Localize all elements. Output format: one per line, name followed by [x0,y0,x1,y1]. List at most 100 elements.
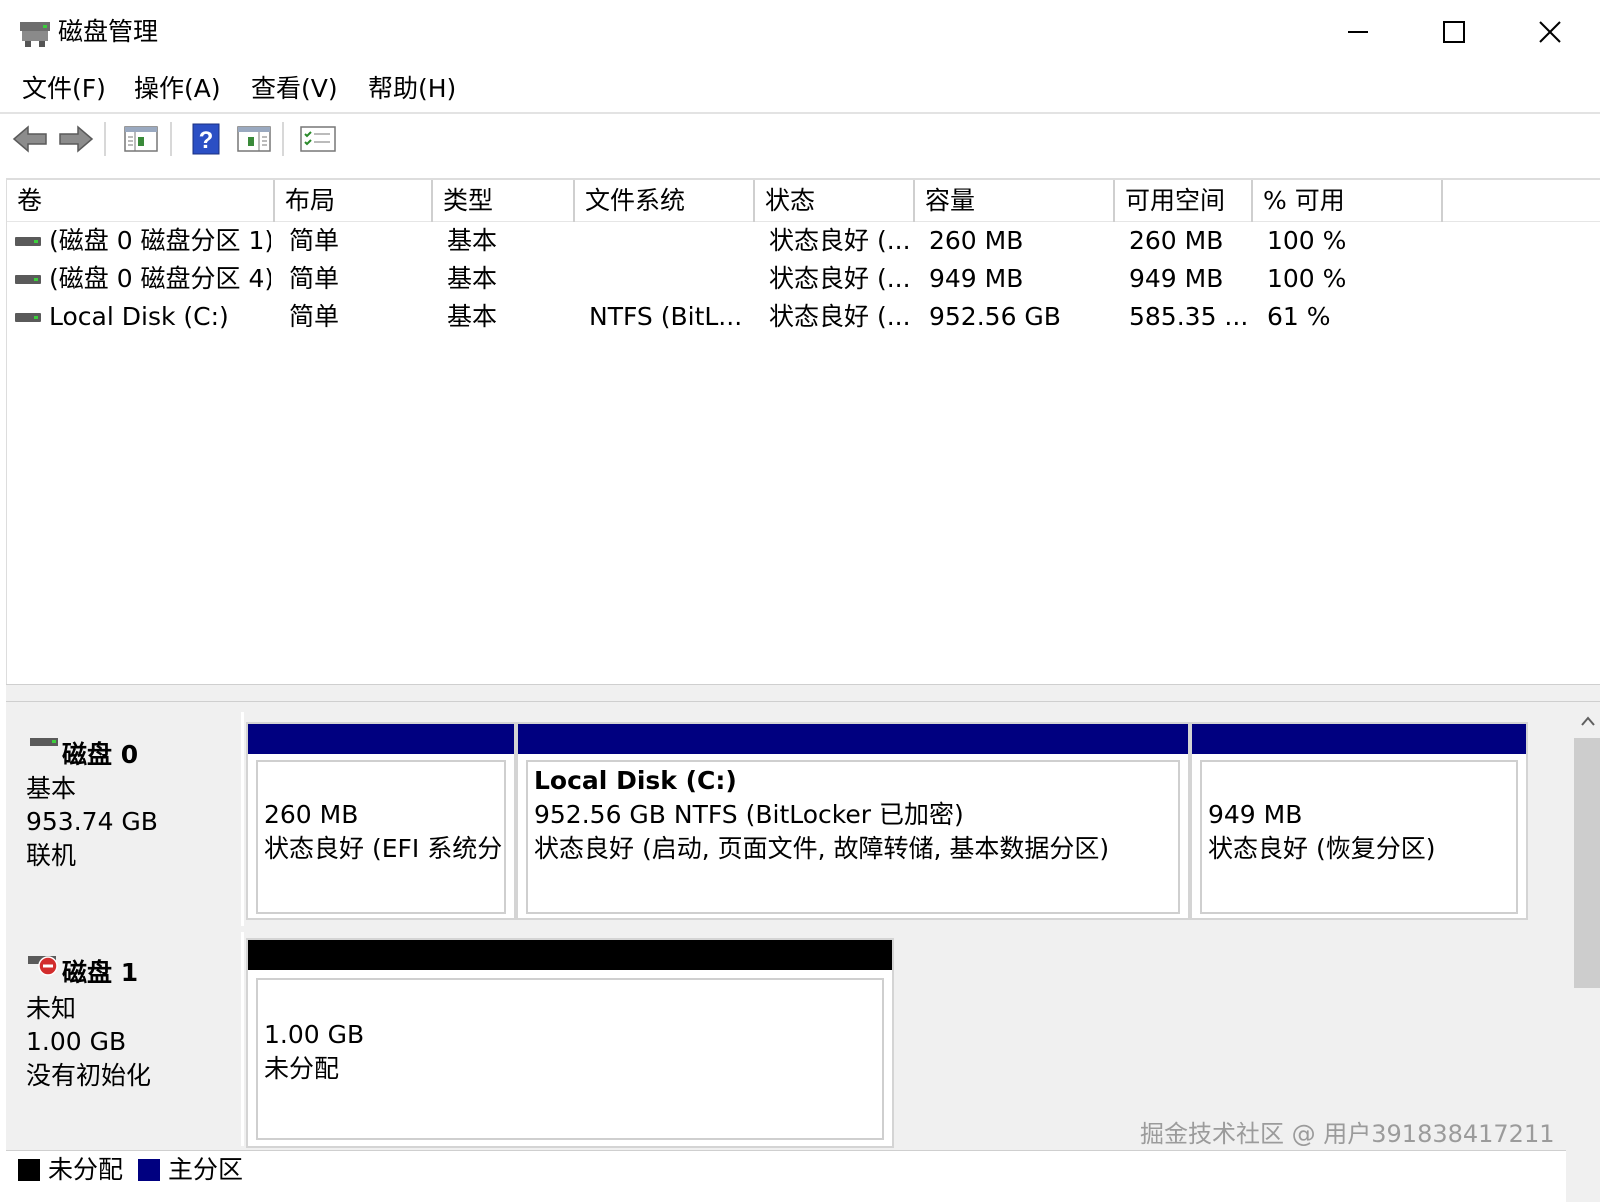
column-header-layout[interactable]: 布局 [275,180,433,222]
partition-details: 260 MB 状态良好 (EFI 系统分区) [256,760,506,914]
legend: 未分配 主分区 [6,1150,1566,1202]
pane-splitter[interactable] [6,684,1600,702]
disk-icon [30,738,58,746]
volume-layout: 简单 [289,264,340,293]
toolbar-separator [282,122,284,156]
primary-partition-bar [518,724,1188,754]
close-button[interactable] [1502,0,1598,64]
partition-size: 260 MB [264,800,359,829]
volume-percent-free: 100 % [1267,264,1347,293]
partition-unallocated[interactable]: 1.00 GB 未分配 [246,938,894,1148]
properties-list-icon [300,126,336,152]
legend-swatch-unallocated [18,1159,40,1181]
svg-text:?: ? [199,127,214,154]
volume-drive-icon [15,237,41,246]
disk-0-info[interactable]: 磁盘 0 基本 953.74 GB 联机 [6,712,244,926]
partition-details: Local Disk (C:) 952.56 GB NTFS (BitLocke… [526,760,1180,914]
volume-percent-free: 100 % [1267,226,1347,255]
legend-label-primary: 主分区 [168,1155,244,1184]
column-header-free-space[interactable]: 可用空间 [1115,180,1253,222]
disk-type: 未知 [26,994,77,1023]
chevron-up-icon [1581,716,1595,726]
volume-row[interactable]: Local Disk (C:) 简单 基本 NTFS (BitL... 状态良好… [7,298,1600,336]
volume-drive-icon [15,275,41,284]
disk-state: 没有初始化 [26,1061,152,1090]
partition-size: 949 MB [1208,800,1303,829]
partition-status: 状态良好 (恢复分区) [1208,834,1436,863]
vertical-scrollbar[interactable] [1570,702,1600,1202]
properties-button[interactable] [298,120,338,158]
column-header-status[interactable]: 状态 [755,180,915,222]
volume-drive-icon [15,313,41,322]
scrollbar-thumb[interactable] [1574,738,1600,988]
column-header-type[interactable]: 类型 [433,180,575,222]
scroll-up-button[interactable] [1570,706,1600,736]
partition-size: 1.00 GB [264,1020,365,1049]
volume-free-space: 949 MB [1129,264,1224,293]
show-hide-action-pane-button[interactable] [234,120,274,158]
partition-status: 状态良好 (EFI 系统分区) [264,834,504,863]
menu-view[interactable]: 查看(V) [251,72,338,106]
volume-free-space: 260 MB [1129,226,1224,255]
disk-size: 1.00 GB [26,1027,127,1056]
volume-name: (磁盘 0 磁盘分区 1) [49,226,271,255]
toolbar-separator [104,122,106,156]
menu-action[interactable]: 操作(A) [134,72,221,106]
disk-type: 基本 [26,774,77,803]
column-header-filesystem[interactable]: 文件系统 [575,180,755,222]
disk-1-info[interactable]: 磁盘 1 未知 1.00 GB 没有初始化 [6,932,244,1146]
watermark: 掘金技术社区 @ 用户391838417211 [1140,1120,1555,1148]
volume-filesystem: NTFS (BitL... [589,302,743,331]
legend-label-unallocated: 未分配 [48,1155,124,1184]
column-header-capacity[interactable]: 容量 [915,180,1115,222]
partition-recovery[interactable]: 949 MB 状态良好 (恢复分区) [1190,722,1528,920]
primary-partition-bar [1192,724,1526,754]
partition-details: 949 MB 状态良好 (恢复分区) [1200,760,1518,914]
help-button[interactable]: ? [186,120,226,158]
show-hide-console-tree-button[interactable] [121,120,161,158]
column-header-volume[interactable]: 卷 [7,180,275,222]
volume-capacity: 952.56 GB [929,302,1061,331]
volume-type: 基本 [447,226,498,255]
partition-status: 状态良好 (启动, 页面文件, 故障转储, 基本数据分区) [534,834,1110,863]
volume-percent-free: 61 % [1267,302,1331,331]
volume-filesystem [589,260,751,298]
column-header-percent-free[interactable]: % 可用 [1253,180,1443,222]
back-button[interactable] [10,120,50,158]
volume-list-header: 卷 布局 类型 文件系统 状态 容量 可用空间 % 可用 [7,180,1600,222]
disk-management-app-icon [20,22,50,47]
partition-local-disk-c[interactable]: Local Disk (C:) 952.56 GB NTFS (BitLocke… [516,722,1190,920]
disk-state: 联机 [26,841,77,870]
maximize-icon [1443,21,1465,43]
forward-arrow-icon [59,125,94,153]
volume-name: (磁盘 0 磁盘分区 4) [49,264,271,293]
partition-size: 952.56 GB NTFS (BitLocker 已加密) [534,800,964,829]
toolbar-separator [170,122,172,156]
close-icon [1539,21,1561,43]
action-pane-icon [237,126,271,152]
console-tree-icon [124,126,158,152]
minimize-button[interactable] [1310,0,1406,64]
minimize-icon [1348,31,1368,33]
menu-file[interactable]: 文件(F) [22,72,106,106]
disk-size: 953.74 GB [26,807,158,836]
menu-help[interactable]: 帮助(H) [368,72,456,106]
volume-status: 状态良好 (... [769,226,911,255]
disk-error-icon [28,956,58,976]
partition-efi[interactable]: 260 MB 状态良好 (EFI 系统分区) [246,722,516,920]
window-title: 磁盘管理 [58,17,159,46]
volume-type: 基本 [447,302,498,331]
volume-capacity: 949 MB [929,264,1024,293]
volume-row[interactable]: (磁盘 0 磁盘分区 1) 简单 基本 状态良好 (... 260 MB 260… [7,222,1600,260]
disk-name: 磁盘 0 [62,740,139,769]
volume-status: 状态良好 (... [769,302,911,331]
maximize-button[interactable] [1406,0,1502,64]
partition-title: Local Disk (C:) [534,766,737,795]
partition-status: 未分配 [264,1054,340,1083]
disk-name: 磁盘 1 [62,958,139,987]
volume-capacity: 260 MB [929,226,1024,255]
forward-button[interactable] [56,120,96,158]
volume-free-space: 585.35 ... [1129,302,1249,331]
volume-row[interactable]: (磁盘 0 磁盘分区 4) 简单 基本 状态良好 (... 949 MB 949… [7,260,1600,298]
volume-status: 状态良好 (... [769,264,911,293]
